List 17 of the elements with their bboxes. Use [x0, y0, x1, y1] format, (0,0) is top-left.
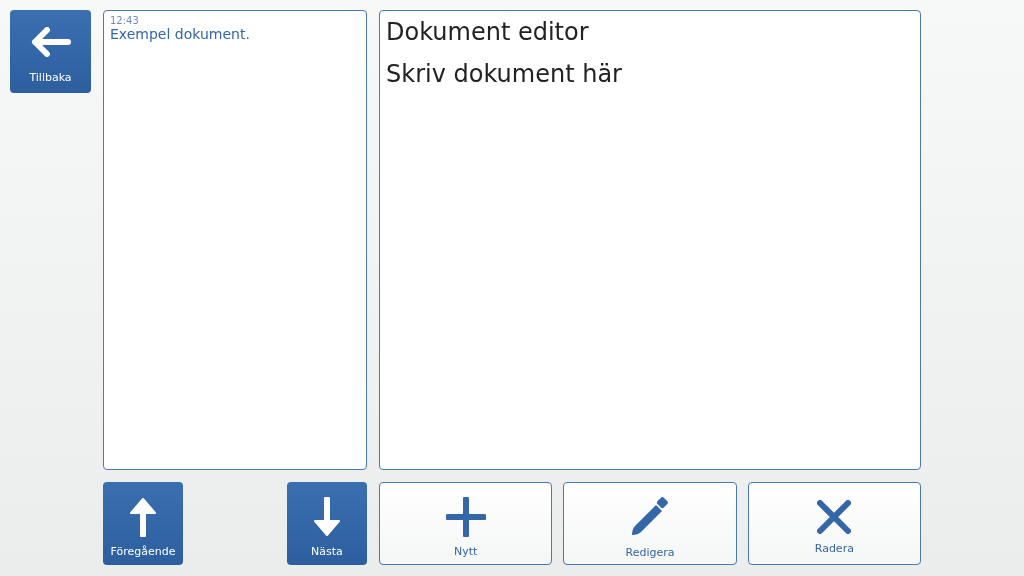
editor-text-line: Dokument editor [386, 17, 590, 48]
delete-button[interactable]: Radera [747, 482, 921, 565]
down-arrow-icon [314, 497, 340, 537]
document-time: 12:43 [110, 15, 140, 26]
back-button[interactable]: Tillbaka [10, 10, 91, 93]
document-editor[interactable]: Dokument editor Skriv dokument här [379, 10, 921, 470]
editor-text-line: Skriv dokument här [386, 59, 623, 90]
edit-button[interactable]: Redigera [563, 482, 737, 565]
close-icon [817, 500, 852, 534]
plus-icon [445, 497, 486, 537]
new-button[interactable]: Nytt [379, 482, 553, 565]
up-arrow-icon [130, 497, 156, 537]
next-button[interactable]: Nästa [287, 482, 367, 565]
pencil-icon [629, 496, 671, 538]
back-arrow-icon [29, 27, 72, 57]
previous-button[interactable]: Föregående [103, 482, 183, 565]
document-title[interactable]: Exempel dokument. [110, 26, 360, 42]
